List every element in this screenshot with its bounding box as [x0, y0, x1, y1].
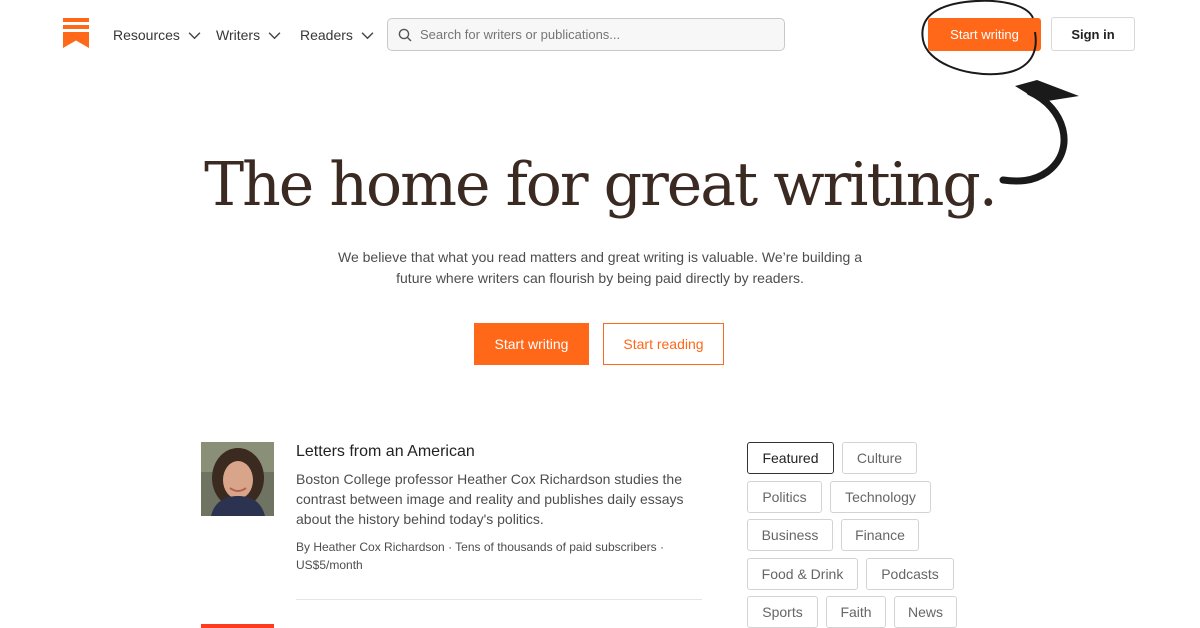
category-chip-finance[interactable]: Finance — [841, 519, 919, 551]
chevron-down-icon — [188, 31, 201, 39]
publication-title[interactable]: Letters from an American — [296, 443, 475, 461]
start-writing-button[interactable]: Start writing — [928, 18, 1041, 51]
publication-meta: By Heather Cox Richardson · Tens of thou… — [296, 540, 664, 572]
search-input[interactable] — [420, 27, 760, 42]
category-chip-featured[interactable]: Featured — [747, 442, 834, 474]
category-chip-business[interactable]: Business — [747, 519, 833, 551]
hero-title: The home for great writing. — [204, 150, 998, 220]
nav-writers[interactable]: Writers — [216, 24, 281, 46]
category-chip-culture[interactable]: Culture — [842, 442, 917, 474]
chevron-down-icon — [268, 31, 281, 39]
search-icon — [398, 28, 412, 41]
category-chip-news[interactable]: News — [894, 596, 957, 628]
nav-writers-label: Writers — [216, 27, 261, 43]
category-chip-food-drink[interactable]: Food & Drink — [747, 558, 858, 590]
nav-resources-label: Resources — [113, 27, 180, 43]
hero-start-reading-button[interactable]: Start reading — [603, 323, 724, 365]
substack-logo-icon[interactable] — [63, 18, 89, 48]
hero-start-writing-button[interactable]: Start writing — [474, 323, 589, 365]
hero-subtitle: We believe that what you read matters an… — [338, 249, 862, 286]
chevron-down-icon — [361, 31, 374, 39]
sign-in-button[interactable]: Sign in — [1051, 17, 1135, 51]
author-avatar[interactable] — [201, 442, 274, 516]
category-chip-faith[interactable]: Faith — [826, 596, 886, 628]
search-box — [387, 18, 785, 51]
nav-readers[interactable]: Readers — [300, 24, 374, 46]
category-chip-technology[interactable]: Technology — [830, 481, 931, 513]
category-chip-podcasts[interactable]: Podcasts — [866, 558, 954, 590]
nav-readers-label: Readers — [300, 27, 353, 43]
publication-description: Boston College professor Heather Cox Ric… — [296, 471, 684, 527]
category-chip-sports[interactable]: Sports — [747, 596, 818, 628]
list-divider — [296, 599, 702, 600]
next-publication-thumbnail[interactable] — [201, 624, 274, 628]
nav-resources[interactable]: Resources — [113, 24, 201, 46]
category-chip-politics[interactable]: Politics — [747, 481, 822, 513]
